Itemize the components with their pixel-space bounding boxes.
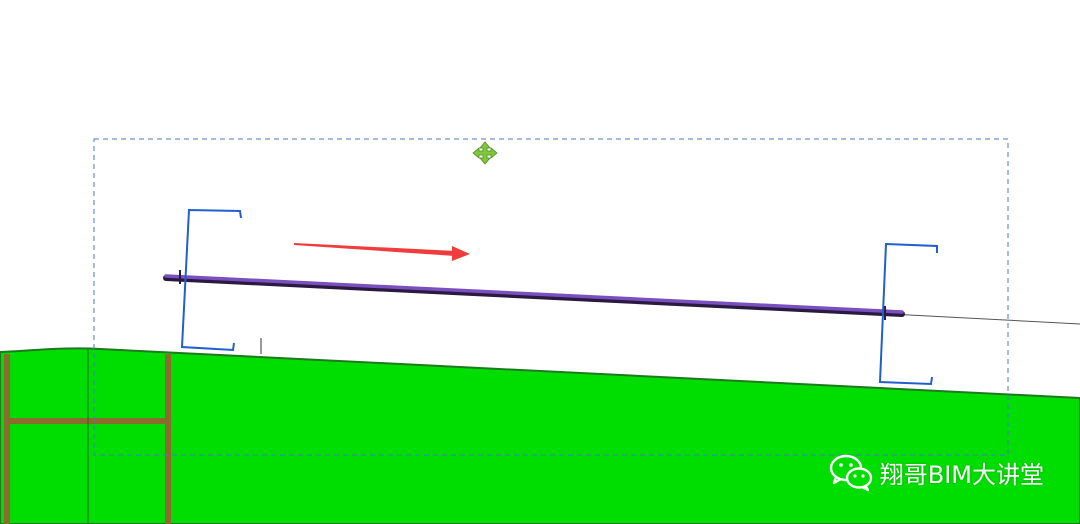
direction-arrow <box>294 243 470 261</box>
reference-line <box>889 313 1080 325</box>
arrow-shaft <box>294 243 456 256</box>
move-handle-icon[interactable] <box>472 141 498 165</box>
watermark: 翔哥BIM大讲堂 <box>828 452 1044 492</box>
beam-shadow <box>163 275 905 317</box>
beam-body <box>164 274 904 314</box>
watermark-text: 翔哥BIM大讲堂 <box>879 460 1044 489</box>
frame-post-left <box>4 354 10 524</box>
arrow-head <box>452 246 470 261</box>
beam[interactable] <box>163 270 905 320</box>
terrain-surface <box>0 347 1080 524</box>
model-scene <box>0 138 1080 524</box>
wechat-icon <box>829 454 872 492</box>
frame-post-right <box>165 354 171 524</box>
revit-3d-viewport[interactable]: 翔哥BIM大讲堂 <box>0 0 1080 524</box>
